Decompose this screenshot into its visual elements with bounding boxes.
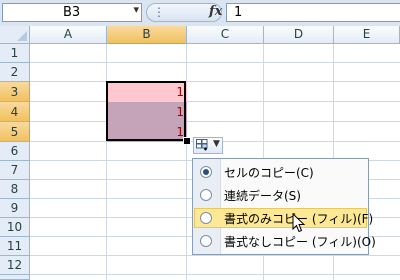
row-header-6[interactable]: 6 (0, 142, 30, 161)
menu-item-fill-series[interactable]: 連続データ(S) (194, 185, 367, 205)
select-all-icon (17, 31, 27, 41)
select-all-button[interactable] (0, 26, 30, 44)
autofill-icon (196, 139, 208, 151)
radio-selected-icon (200, 166, 212, 178)
row-header-11[interactable]: 11 (0, 237, 30, 256)
row-header-3[interactable]: 3 (0, 82, 30, 102)
autofill-options-menu: セルのコピー(C) 連続データ(S) 書式のみコピー (フィル)(F) 書式なし… (192, 158, 376, 255)
radio-icon (200, 235, 212, 247)
menu-item-label: 連続データ(S) (224, 189, 301, 203)
gridline (30, 255, 400, 256)
radio-icon (200, 189, 212, 201)
row-header-10[interactable]: 10 (0, 218, 30, 237)
name-box[interactable]: B3 ▾ (2, 3, 142, 22)
row-header-7[interactable]: 7 (0, 161, 30, 180)
menu-item-copy-cells[interactable]: セルのコピー(C) (194, 162, 367, 182)
gridline (106, 44, 107, 280)
formula-bar-controls: ⋮ fx (146, 3, 222, 22)
fill-handle[interactable] (183, 137, 191, 145)
resize-grip-icon[interactable]: ⋮ (153, 5, 165, 19)
row-header-12[interactable]: 12 (0, 256, 30, 275)
menu-item-fill-formatting-only[interactable]: 書式のみコピー (フィル)(F) (194, 208, 373, 228)
autofill-options-button[interactable]: ▼ (193, 137, 223, 154)
menu-item-fill-without-formatting[interactable]: 書式なしコピー (フィル)(O) (194, 231, 376, 251)
formula-bar: B3 ▾ ⋮ fx 1 (0, 0, 400, 27)
gridline (186, 44, 187, 280)
name-box-value: B3 (63, 5, 81, 20)
menu-item-label: 書式なしコピー (フィル)(O) (224, 235, 376, 249)
gridline (30, 81, 400, 82)
gridline (30, 101, 400, 102)
radio-icon (200, 212, 212, 224)
row-header-1[interactable]: 1 (0, 44, 30, 63)
column-header-e[interactable]: E (334, 26, 400, 44)
gridline (30, 274, 400, 275)
selection-outline (106, 81, 186, 141)
chevron-down-icon: ▼ (213, 139, 220, 149)
row-header-8[interactable]: 8 (0, 180, 30, 199)
row-header-9[interactable]: 9 (0, 199, 30, 218)
gridline (30, 62, 400, 63)
column-header-c[interactable]: C (187, 26, 264, 44)
row-header-13[interactable]: 13 (0, 275, 30, 280)
menu-item-label: セルのコピー(C) (224, 166, 314, 180)
chevron-down-icon[interactable]: ▾ (133, 3, 139, 16)
column-header-b[interactable]: B (107, 26, 187, 44)
column-header-a[interactable]: A (30, 26, 107, 44)
gridline (30, 121, 400, 122)
row-header-5[interactable]: 5 (0, 122, 30, 142)
row-header-4[interactable]: 4 (0, 102, 30, 122)
formula-input[interactable]: 1 (226, 3, 400, 22)
mouse-pointer-icon (292, 213, 306, 233)
row-header-2[interactable]: 2 (0, 63, 30, 82)
column-header-d[interactable]: D (264, 26, 334, 44)
formula-value: 1 (234, 5, 243, 20)
insert-function-icon[interactable]: fx (209, 4, 222, 19)
